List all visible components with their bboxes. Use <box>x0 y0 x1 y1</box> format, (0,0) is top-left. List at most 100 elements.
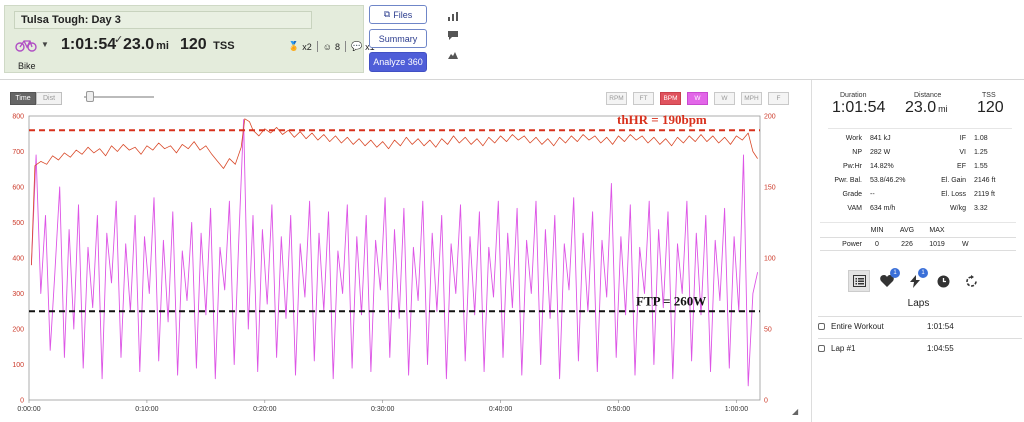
power-unit: W <box>962 240 969 248</box>
stat-label: Work <box>845 134 862 142</box>
check-icon: ✓ <box>114 34 124 46</box>
stat-label: VAM <box>847 204 862 212</box>
lap-row-entire-workout[interactable]: Entire Workout 1:01:54 <box>818 316 1022 336</box>
lap-checkbox[interactable] <box>818 323 825 330</box>
workout-title-input[interactable]: Tulsa Tough: Day 3 <box>14 11 312 29</box>
stat-label: IF <box>959 134 966 142</box>
stat-value: 2146 ft <box>974 176 996 184</box>
clock-icon[interactable] <box>932 270 954 292</box>
resize-handle-icon[interactable]: ◢ <box>792 407 798 416</box>
channel-watts-alt[interactable]: W <box>714 92 735 105</box>
analyze-button-label: Analyze 360 <box>373 57 423 67</box>
threshold-label: thHR = 190bpm <box>617 112 707 127</box>
channel-ft[interactable]: FT <box>633 92 654 105</box>
distance-unit: mi <box>156 40 169 52</box>
channel-bpm[interactable]: BPM <box>660 92 681 105</box>
power-tick-label: 800 <box>12 114 24 121</box>
summary-distance-value: 23.0 <box>905 99 937 116</box>
stats-row: Work 841 kJ IF 1.08 <box>828 131 1012 145</box>
smiley-icon[interactable]: ☺ <box>323 42 332 52</box>
workout-badges: 🏅x2 ☺8 💬x1 <box>288 41 375 52</box>
stats-row: VAM 634 m/h W/kg 3.32 <box>828 201 1012 215</box>
analyze-360-button[interactable]: Analyze 360 <box>369 52 427 72</box>
lightning-icon[interactable]: 1 <box>904 268 928 292</box>
summary-tss: 120 <box>977 99 1004 116</box>
avg-header: AVG <box>899 226 915 234</box>
heart-rate-tick-label: 200 <box>764 114 776 121</box>
tss-metric: 120 TSS <box>180 36 235 54</box>
stat-value: 2119 ft <box>974 190 995 198</box>
stat-label: Grade <box>842 190 862 198</box>
bike-icon[interactable] <box>15 38 37 52</box>
heart-badge: 1 <box>890 268 900 278</box>
files-button-label: Files <box>393 9 413 20</box>
channel-rpm[interactable]: RPM <box>606 92 627 105</box>
heart_rate-series-line <box>31 118 758 266</box>
divider <box>316 41 318 52</box>
time-tick-label: 0:40:00 <box>489 406 512 413</box>
channel-watts[interactable]: W <box>687 92 708 105</box>
zoom-slider-handle[interactable] <box>86 91 94 102</box>
minmax-power-row: Power 0 226 1019 W <box>820 237 1016 251</box>
lap-time: 1:04:55 <box>927 344 954 353</box>
stat-label: VI <box>959 148 966 156</box>
threshold-lines: thHR = 190bpm FTP = 260W <box>29 112 760 313</box>
stats-row: Grade -- El. Loss 2119 ft <box>828 187 1012 201</box>
panel-tool-icons: 1 1 <box>848 268 982 292</box>
divider <box>344 41 346 52</box>
stat-label: El. Loss <box>941 190 966 198</box>
lap-row-lap-1[interactable]: Lap #1 1:04:55 <box>818 338 1022 358</box>
power-tick-label: 200 <box>12 327 24 334</box>
workout-chart[interactable]: 0 100 200 300 400 500 600 700 800 0 50 100 150 200 0… <box>0 106 806 422</box>
time-tick-label: 0:10:00 <box>135 406 158 413</box>
power-axis: 0 100 200 300 400 500 600 700 800 <box>12 114 24 405</box>
power-tick-label: 0 <box>20 398 24 405</box>
refresh-icon[interactable] <box>960 270 982 292</box>
list-icon[interactable] <box>848 270 870 292</box>
stat-label: EF <box>957 162 966 170</box>
time-toggle[interactable]: Time <box>10 92 36 105</box>
bar-chart-icon[interactable] <box>446 7 460 26</box>
chevron-down-icon[interactable]: ▼ <box>41 40 49 49</box>
stat-value: -- <box>870 190 875 198</box>
distance-toggle[interactable]: Dist <box>36 92 62 105</box>
stats-row: NP 282 W VI 1.25 <box>828 145 1012 159</box>
lap-checkbox[interactable] <box>818 345 825 352</box>
stat-value: 1.55 <box>974 162 988 170</box>
summary-button[interactable]: Summary <box>369 29 427 48</box>
stat-value: 53.8/46.2% <box>870 176 906 184</box>
comments-icon[interactable]: 💬 <box>351 41 362 52</box>
channel-f[interactable]: F <box>768 92 789 105</box>
zoom-slider-track[interactable] <box>84 96 154 98</box>
stat-label: W/kg <box>950 204 966 212</box>
files-button[interactable]: ⧉ Files <box>369 5 427 24</box>
workout-header: Tulsa Tough: Day 3 ▼ Bike 1:01:54 ✓ 23.0… <box>0 0 1024 80</box>
heart-icon[interactable]: 1 <box>876 268 900 292</box>
power-series-line <box>30 119 759 387</box>
stat-label: El. Gain <box>941 176 966 184</box>
comment-icon[interactable] <box>446 26 460 45</box>
workout-summary-card: Tulsa Tough: Day 3 ▼ Bike 1:01:54 ✓ 23.0… <box>4 5 375 73</box>
minmax-header: MIN AVG MAX <box>820 223 1016 237</box>
stats-table: Work 841 kJ IF 1.08 NP 282 W VI 1.25 Pw:Hr 14.8… <box>828 128 1012 215</box>
power-min: 0 <box>875 240 879 248</box>
power-tick-label: 400 <box>12 256 24 263</box>
laps-title: Laps <box>907 298 930 309</box>
heart-rate-tick-label: 100 <box>764 256 776 263</box>
power-max: 1019 <box>929 240 945 248</box>
plot-frame <box>28 115 761 401</box>
elevation-icon[interactable] <box>446 45 460 64</box>
summary-duration: 1:01:54 <box>832 99 886 116</box>
summary-button-label: Summary <box>378 33 418 44</box>
distance-label: Distance <box>914 92 942 99</box>
medal-icon[interactable]: 🏅 <box>288 41 299 52</box>
power-avg: 226 <box>901 240 913 248</box>
power-tick-label: 300 <box>12 291 24 298</box>
summary-distance: 23.0 mi <box>905 99 948 117</box>
summary-distance-unit: mi <box>938 104 948 114</box>
distance-value: 23.0 <box>123 36 155 53</box>
channel-mph[interactable]: MPH <box>741 92 762 105</box>
power-tick-label: 500 <box>12 220 24 227</box>
tss-value: 120 <box>180 36 207 53</box>
stat-label: Pw:Hr <box>842 162 862 170</box>
